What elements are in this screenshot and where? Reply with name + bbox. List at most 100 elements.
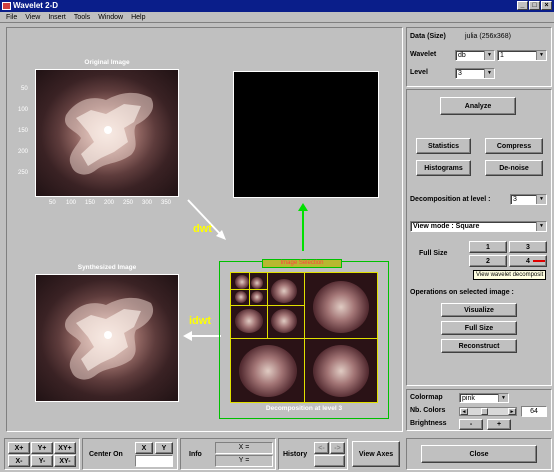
level-select[interactable]: 3 ▼ <box>455 68 495 79</box>
x-tick: 150 <box>85 200 96 206</box>
decomp-level-select[interactable]: 3 ▼ <box>510 194 547 205</box>
detail-coeff[interactable] <box>271 279 297 303</box>
close-group: Close <box>406 438 552 470</box>
title-bar: Wavelet 2-D _ □ × <box>0 0 554 12</box>
chevron-down-icon: ▼ <box>536 51 546 60</box>
nb-colors-field[interactable]: 64 <box>521 406 547 417</box>
colormap-select[interactable]: pink ▼ <box>459 393 509 403</box>
brightness-plus-button[interactable]: + <box>487 419 511 430</box>
data-size-value: julia (256x368) <box>465 33 511 40</box>
zoom-xy-plus-button[interactable]: XY+ <box>54 442 76 454</box>
idwt-label: idwt <box>189 315 211 327</box>
reconstruct-button[interactable]: Reconstruct <box>441 339 517 353</box>
menu-help[interactable]: Help <box>127 12 149 22</box>
image-selection-label: Image Selection <box>262 259 342 268</box>
y-readout: Y = <box>215 455 273 467</box>
zoom-x-plus-button[interactable]: X+ <box>8 442 30 454</box>
view-axes-button[interactable]: View Axes <box>352 441 400 467</box>
y-tick: 150 <box>18 128 29 134</box>
zoom-x-minus-button[interactable]: X- <box>8 455 30 467</box>
brightness-minus-button[interactable]: - <box>459 419 483 430</box>
visualize-button[interactable]: Visualize <box>441 303 517 317</box>
x-tick: 350 <box>161 200 172 206</box>
detail-coeff[interactable] <box>313 345 369 397</box>
detail-coeff[interactable] <box>235 291 247 303</box>
compress-button[interactable]: Compress <box>485 138 543 154</box>
statistics-button[interactable]: Statistics <box>416 138 471 154</box>
detail-coeff[interactable] <box>251 291 263 303</box>
detail-coeff[interactable] <box>235 309 263 333</box>
y-tick: 100 <box>18 107 29 113</box>
history-back-button[interactable]: <- <box>314 442 329 454</box>
control-panel: Analyze Statistics Compress Histograms D… <box>406 89 552 386</box>
selected-image-axes[interactable] <box>233 71 379 198</box>
original-image-axes[interactable] <box>35 69 179 197</box>
close-window-button[interactable]: × <box>541 1 552 10</box>
histograms-button[interactable]: Histograms <box>416 160 471 176</box>
chevron-down-icon: ▼ <box>484 69 494 78</box>
info-group: Info X = Y = <box>180 438 276 470</box>
minimize-button[interactable]: _ <box>517 1 528 10</box>
decomposition-caption: Decomposition at level 3 <box>265 405 343 412</box>
y-tick: 250 <box>18 170 29 176</box>
detail-coeff[interactable] <box>239 345 297 397</box>
colormap-panel: Colormap pink ▼ Nb. Colors ◄ ► 64 Brightn… <box>406 389 552 431</box>
menu-window[interactable]: Window <box>94 12 127 22</box>
menu-bar: File View Insert Tools Window Help <box>0 12 554 23</box>
zoom-xy-minus-button[interactable]: XY- <box>54 455 76 467</box>
slider-right-arrow-icon[interactable]: ► <box>508 408 516 415</box>
x-tick: 250 <box>123 200 134 206</box>
slider-left-arrow-icon[interactable]: ◄ <box>460 408 468 415</box>
grid-line <box>231 289 267 290</box>
full-size-2-button[interactable]: 2 <box>469 255 507 267</box>
detail-coeff[interactable] <box>271 309 297 333</box>
chevron-down-icon: ▼ <box>536 195 546 204</box>
detail-coeff[interactable] <box>251 277 263 289</box>
synthesized-image-axes[interactable] <box>35 274 179 402</box>
menu-view[interactable]: View <box>21 12 44 22</box>
history-clear-button[interactable] <box>314 455 345 467</box>
julia-fractal-synthesized <box>64 297 154 380</box>
slider-thumb[interactable] <box>481 408 488 415</box>
decomposition-axes[interactable] <box>230 272 378 403</box>
analyze-button[interactable]: Analyze <box>440 97 516 115</box>
nb-colors-slider[interactable]: ◄ ► <box>459 407 517 416</box>
x-tick: 300 <box>142 200 153 206</box>
center-on-group: Center On X Y <box>82 438 178 470</box>
up-arrow <box>298 203 308 251</box>
x-tick: 200 <box>104 200 115 206</box>
center-x-button[interactable]: X <box>135 442 153 454</box>
detail-coeff[interactable] <box>313 281 369 333</box>
wavelet-number-select[interactable]: 1 ▼ <box>497 50 547 61</box>
menu-file[interactable]: File <box>2 12 21 22</box>
x-tick: 100 <box>66 200 77 206</box>
full-size-label: Full Size <box>419 250 448 257</box>
app-icon <box>2 2 11 10</box>
y-tick: 50 <box>21 86 28 92</box>
pointer-marker <box>533 260 545 262</box>
center-value-field[interactable] <box>135 455 173 467</box>
chevron-down-icon: ▼ <box>498 394 508 402</box>
denoise-button[interactable]: De-noise <box>485 160 543 176</box>
menu-insert[interactable]: Insert <box>44 12 70 22</box>
bottom-toolbar: X+ Y+ XY+ X- Y- XY- Center On X Y Info X… <box>0 436 554 472</box>
y-tick: 200 <box>18 149 29 155</box>
full-size-3-button[interactable]: 3 <box>509 241 547 253</box>
menu-tools[interactable]: Tools <box>70 12 94 22</box>
maximize-button[interactable]: □ <box>529 1 540 10</box>
history-forward-button[interactable]: -> <box>330 442 345 454</box>
full-size-button[interactable]: Full Size <box>441 321 517 335</box>
zoom-y-plus-button[interactable]: Y+ <box>31 442 53 454</box>
grid-line <box>231 338 377 339</box>
approx-coeff[interactable] <box>235 275 249 289</box>
close-button[interactable]: Close <box>421 445 537 463</box>
center-y-button[interactable]: Y <box>155 442 173 454</box>
view-mode-select[interactable]: View mode : Square ▼ <box>410 221 547 232</box>
colormap-label: Colormap <box>410 394 443 401</box>
chevron-down-icon: ▼ <box>484 51 494 60</box>
brightness-label: Brightness <box>410 420 447 427</box>
zoom-y-minus-button[interactable]: Y- <box>31 455 53 467</box>
full-size-1-button[interactable]: 1 <box>469 241 507 253</box>
wavelet-family-select[interactable]: db ▼ <box>455 50 495 61</box>
level-label: Level <box>410 69 428 76</box>
